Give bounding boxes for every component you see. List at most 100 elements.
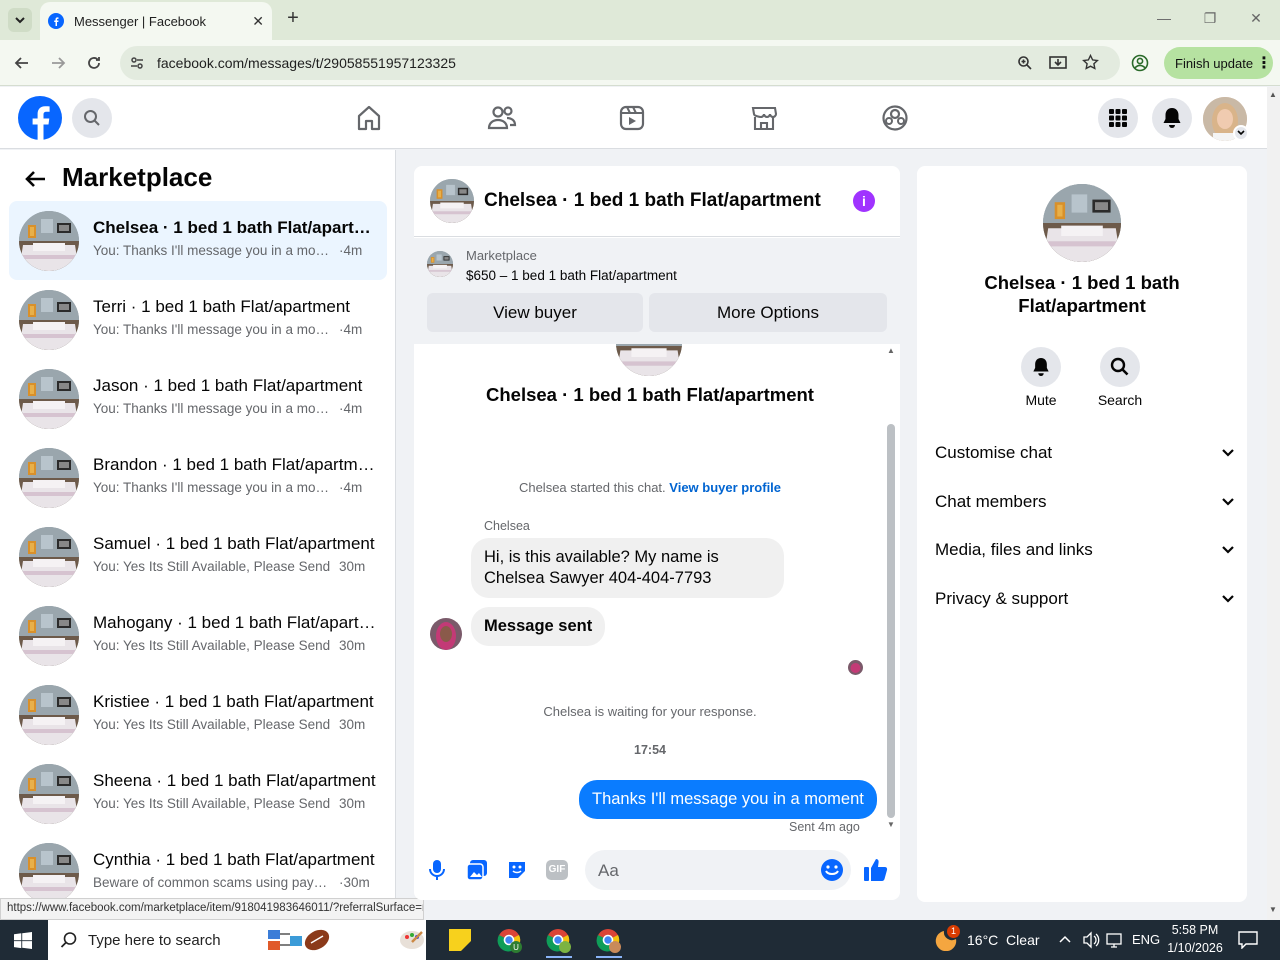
outgoing-message[interactable]: Thanks I'll message you in a moment [579,780,877,819]
kebab-menu-icon[interactable]: ⋮ [1256,53,1272,73]
menu-button[interactable] [1098,98,1138,138]
chrome-profile-1-icon[interactable]: U [497,928,523,954]
view-buyer-button[interactable]: View buyer [427,293,643,332]
browser-tab-bar: Messenger | Facebook ✕ + — ❐ ✕ [0,0,1280,40]
restore-icon[interactable]: ❐ [1200,10,1220,30]
zoom-icon[interactable] [1017,55,1033,71]
info-section-toggle[interactable]: Privacy & support [935,584,1235,614]
chrome-profile-3-icon[interactable] [596,928,622,958]
friends-icon[interactable] [487,104,517,132]
emoji-icon[interactable] [820,858,844,882]
info-icon[interactable]: i [853,190,875,212]
conversation-item[interactable]: Mahogany · 1 bed 1 bath Flat/apartment Yo… [9,596,387,675]
gif-icon[interactable]: GIF [546,860,568,880]
more-options-button[interactable]: More Options [649,293,887,332]
notifications-button[interactable] [1152,98,1192,138]
conversation-item[interactable]: Chelsea · 1 bed 1 bath Flat/apartment You… [9,201,387,280]
sender-avatar[interactable] [430,618,462,650]
info-section-label: Chat members [935,491,1047,511]
info-section-toggle[interactable]: Chat members [935,487,1235,517]
search-label: Search [1097,392,1143,408]
fb-search-button[interactable] [72,98,112,138]
back-arrow-icon[interactable] [24,170,46,188]
back-icon[interactable] [11,52,33,74]
window-close-icon[interactable]: ✕ [1246,10,1266,30]
conversation-item[interactable]: Brandon · 1 bed 1 bath Flat/apartment You… [9,438,387,517]
conversation-avatar [19,527,79,587]
volume-icon[interactable] [1082,931,1100,949]
conversation-name: Kristiee · 1 bed 1 bath Flat/apartment [93,692,374,711]
listing-price-title[interactable]: $650 – 1 bed 1 bath Flat/apartment [466,268,677,283]
chat-info-panel: Chelsea · 1 bed 1 bath Flat/apartment Mu… [917,166,1247,902]
conversation-item[interactable]: Kristiee · 1 bed 1 bath Flat/apartment Yo… [9,675,387,754]
url-text[interactable]: facebook.com/messages/t/2905855195712332… [157,55,456,71]
windows-start-icon[interactable] [14,932,32,949]
view-buyer-profile-link[interactable]: View buyer profile [669,480,781,495]
account-chevron-icon[interactable] [1233,125,1249,141]
finish-update-button[interactable]: Finish update ⋮ [1164,47,1273,79]
chrome-profile-2-icon[interactable] [546,928,572,958]
conversation-name: Jason · 1 bed 1 bath Flat/apartment [93,376,363,395]
conversation-avatar [19,764,79,824]
clock-date[interactable]: 1/10/2026 [1165,941,1225,955]
marketplace-icon[interactable] [750,104,778,132]
conversation-item[interactable]: Sheena · 1 bed 1 bath Flat/apartment You:… [9,754,387,833]
conversation-time: 30m [339,559,366,574]
chat-started-text: Chelsea started this chat. [518,480,666,495]
thread-scrollbar[interactable]: ▲ ▼ [886,344,896,834]
info-avatar[interactable] [1043,184,1121,262]
conversation-avatar [19,211,79,271]
clock-time[interactable]: 5:58 PM [1165,923,1225,937]
info-section-toggle[interactable]: Customise chat [935,438,1235,468]
conversation-time: ·4m [339,480,363,495]
page-scrollbar[interactable]: ▲ ▼ [1267,87,1280,920]
photo-attach-icon[interactable] [466,859,488,881]
conversation-item[interactable]: Jason · 1 bed 1 bath Flat/apartment You: … [9,359,387,438]
new-tab-button[interactable]: + [282,8,304,30]
profile-icon[interactable] [1131,54,1149,72]
message-input[interactable]: Aa [585,850,851,890]
conversation-item[interactable]: Terri · 1 bed 1 bath Flat/apartment You: … [9,280,387,359]
language-indicator[interactable]: ENG [1132,932,1160,947]
close-tab-icon[interactable]: ✕ [252,13,264,30]
minimize-icon[interactable]: — [1154,10,1174,30]
conversation-time: 30m [339,638,366,653]
chat-title[interactable]: Chelsea · 1 bed 1 bath Flat/apartment [484,190,821,212]
paint-app-icon[interactable] [398,928,426,952]
video-icon[interactable] [618,104,646,132]
mute-button[interactable] [1021,347,1061,387]
sticky-notes-icon[interactable] [448,928,472,952]
forward-icon[interactable] [47,52,69,74]
conversation-time: ·30m [339,875,370,890]
notification-center-icon[interactable] [1238,931,1258,949]
reload-icon[interactable] [83,52,105,74]
bookmark-star-icon[interactable] [1082,54,1099,71]
sent-status: Sent 4m ago [789,820,860,834]
microphone-icon[interactable] [428,859,446,881]
info-section-toggle[interactable]: Media, files and links [935,535,1235,565]
network-icon[interactable] [1106,931,1124,949]
install-app-icon[interactable] [1049,55,1067,71]
conversation-item[interactable]: Samuel · 1 bed 1 bath Flat/apartment You:… [9,517,387,596]
conversation-name: Brandon · 1 bed 1 bath Flat/apartment [93,455,377,474]
weather-text[interactable]: 16°C Clear [967,932,1040,948]
facebook-logo-icon[interactable] [18,96,62,140]
sticker-icon[interactable] [506,859,528,881]
incoming-message[interactable]: Hi, is this available? My name is Chelse… [471,538,784,598]
tab-search-button[interactable] [8,8,32,32]
home-icon[interactable] [355,104,383,132]
thumbs-up-icon[interactable] [863,857,889,883]
gaming-icon[interactable] [881,104,909,132]
listing-thumbnail[interactable] [427,251,453,277]
site-info-icon[interactable] [129,55,145,71]
search-conversation-button[interactable] [1100,347,1140,387]
conversation-name: Cynthia · 1 bed 1 bath Flat/apartment [93,850,375,869]
conversation-avatar [19,843,79,903]
conversation-time: ·4m [339,322,363,337]
incoming-message-2[interactable]: Message sent [471,607,606,646]
tray-overflow-icon[interactable] [1058,932,1072,946]
browser-tab[interactable]: Messenger | Facebook ✕ [40,2,272,40]
omnibox[interactable]: facebook.com/messages/t/2905855195712332… [120,46,1120,80]
task-view-icon[interactable] [350,930,370,950]
chat-avatar[interactable] [430,179,474,223]
